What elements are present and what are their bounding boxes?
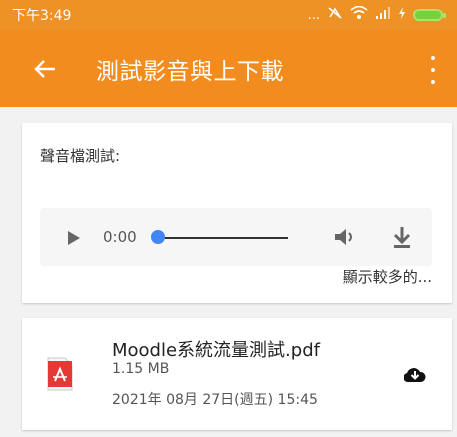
seek-thumb[interactable] (151, 230, 165, 244)
file-name: Moodle系統流量測試.pdf (112, 340, 320, 361)
status-icons: ... (307, 5, 446, 24)
page-title: 測試影音與上下載 (96, 58, 284, 85)
audio-time: 0:00 (103, 228, 137, 246)
audio-player: 0:00 (40, 208, 432, 266)
wifi-icon (350, 5, 368, 24)
download-icon[interactable] (392, 225, 412, 249)
pdf-icon (47, 357, 73, 391)
audio-label: 聲音檔測試: (40, 147, 121, 165)
more-vertical-icon (431, 56, 435, 60)
status-time: 下午3:49 (12, 8, 72, 24)
cloud-download-icon[interactable] (404, 365, 426, 383)
dots-icon: ... (307, 7, 320, 23)
audio-card: 聲音檔測試: 0:00 顯示較多的... (22, 123, 452, 303)
file-card[interactable]: Moodle系統流量測試.pdf 1.15 MB 2021年 08月 27日(週… (22, 318, 452, 430)
volume-icon[interactable] (332, 225, 356, 249)
arrow-left-icon (34, 59, 55, 78)
show-more-link[interactable]: 顯示較多的... (343, 266, 432, 287)
status-bar: 下午3:49 ... (0, 0, 457, 30)
audio-seek-bar[interactable] (158, 237, 288, 239)
more-options-button[interactable] (429, 56, 437, 84)
battery-icon (413, 9, 446, 21)
back-button[interactable] (16, 30, 74, 107)
file-size: 1.15 MB (112, 361, 170, 377)
play-icon[interactable] (68, 231, 80, 245)
file-date: 2021年 08月 27日(週五) 15:45 (112, 392, 318, 408)
signal-icon (375, 6, 391, 24)
charging-icon (398, 7, 406, 23)
app-bar: 測試影音與上下載 (0, 30, 457, 107)
data-off-icon (327, 6, 343, 24)
